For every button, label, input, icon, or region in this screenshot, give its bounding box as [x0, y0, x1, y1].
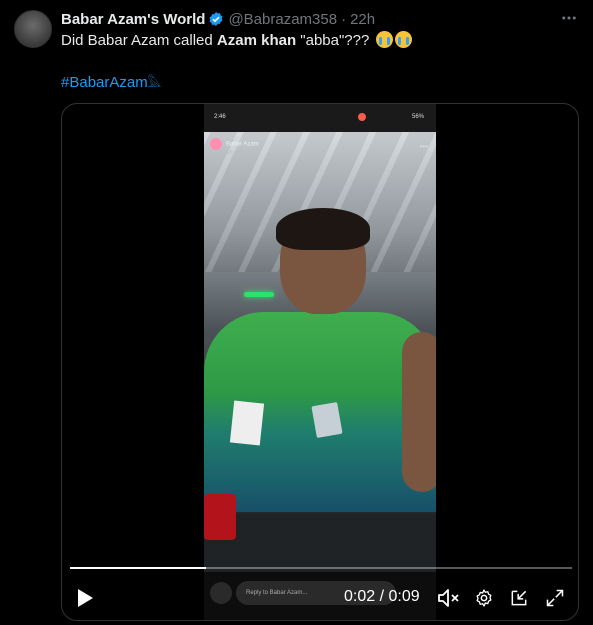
video-red-object — [204, 494, 236, 540]
camera-icon — [210, 582, 232, 604]
tweet-text: Did Babar Azam called Azam khan "abba"??… — [61, 31, 412, 51]
hashtag-text[interactable]: #BabarAzam — [61, 74, 148, 91]
tweet-header: Babar Azam's World @Babrazam358 · 22h — [61, 10, 375, 28]
video-light — [244, 292, 274, 297]
tweet-text-suffix: "abba"??? — [296, 32, 374, 49]
more-options-icon[interactable] — [559, 8, 579, 28]
user-handle[interactable]: @Babrazam358 — [228, 11, 337, 28]
story-more-icon: ••• — [419, 142, 428, 151]
tweet-text-prefix: Did Babar Azam called — [61, 32, 217, 49]
fullscreen-icon[interactable] — [542, 584, 568, 612]
story-avatar — [210, 138, 222, 150]
hashtag-suffix: 𓅓 — [147, 76, 162, 90]
play-icon[interactable] — [72, 584, 98, 612]
video-progress-fill — [70, 567, 206, 569]
video-paper — [229, 400, 265, 446]
separator-dot: · — [341, 10, 347, 28]
crying-face-emoji-icon — [375, 31, 393, 48]
record-indicator-icon — [358, 113, 366, 121]
story-header: Babar Azam 1h ago — [210, 138, 259, 156]
status-time: 2:46 — [214, 114, 226, 120]
video-player[interactable]: 2:46 56% Babar Azam 1h ago ••• Reply to … — [61, 103, 579, 621]
story-ago: 1h ago — [226, 150, 245, 156]
video-person-arm — [402, 332, 436, 492]
hashtag-link[interactable]: #BabarAzam𓅓 — [61, 71, 161, 91]
video-counter — [204, 514, 436, 572]
timestamp[interactable]: 22h — [350, 11, 375, 28]
picture-in-picture-icon[interactable] — [506, 584, 532, 612]
phone-status-bar: 2:46 56% — [204, 104, 436, 132]
story-username: Babar Azam — [226, 141, 259, 148]
video-person-hair — [276, 208, 370, 250]
settings-gear-icon[interactable] — [471, 584, 497, 612]
tweet-text-bold: Azam khan — [216, 32, 297, 49]
status-battery: 56% — [411, 114, 424, 120]
avatar[interactable] — [14, 10, 52, 48]
display-name[interactable]: Babar Azam's World — [61, 11, 205, 28]
verified-badge-icon[interactable] — [208, 11, 224, 27]
video-card — [311, 401, 343, 439]
video-timecode: 0:02 / 0:09 — [344, 588, 420, 605]
video-frame: 2:46 56% Babar Azam 1h ago ••• Reply to … — [204, 104, 436, 620]
video-progress-bar[interactable] — [70, 567, 572, 569]
volume-muted-icon[interactable] — [436, 584, 462, 612]
crying-face-emoji-icon — [394, 31, 412, 48]
